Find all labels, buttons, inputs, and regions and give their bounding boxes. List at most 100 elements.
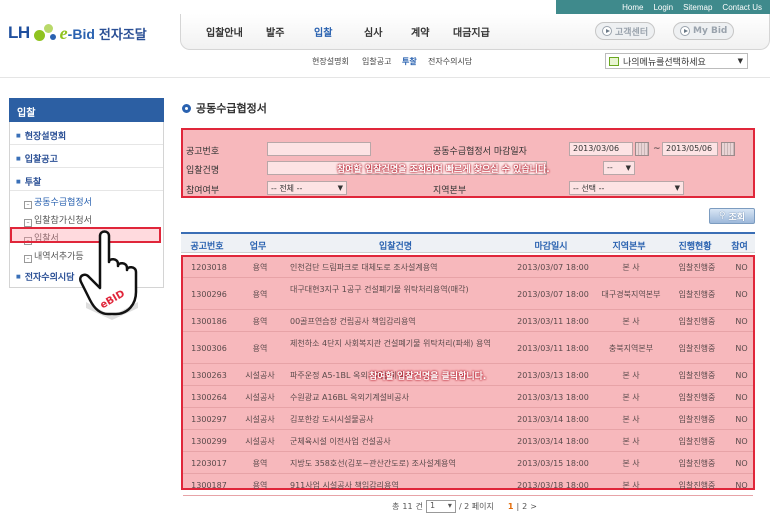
utility-bar: Home Login Sitemap Contact Us [556,0,770,14]
nav-bid-info[interactable]: 입찰안내 [206,24,243,39]
cell-notice-no: 1300264 [191,393,227,402]
cell-deadline: 2013/03/14 18:00 [517,437,589,446]
notice-no-input[interactable] [267,142,371,156]
page-select[interactable]: 1 [425,500,456,513]
cell-bid-name[interactable]: 지방도 358호선(김포~관산간도로) 조사설계용역 [285,459,510,469]
cell-notice-no: 1300296 [191,290,227,299]
my-menu-label: 나의메뉴를선택하세요 [623,57,706,68]
pager-current-page[interactable]: 1 [508,502,514,511]
cell-deadline: 2013/03/11 18:00 [517,317,589,326]
logo-dots-icon [32,21,58,45]
cell-bid-name[interactable]: 911사업 시설공사 책임감리용역 [285,481,510,491]
sidebar-sub-joint-agreement[interactable]: – 공동수급협정서 [10,191,163,209]
util-contact-link[interactable]: Contact Us [722,3,762,12]
cell-bid-name[interactable]: 군체육시설 이전사업 건설공사 [285,437,510,447]
subnav-bid-notice[interactable]: 입찰공고 [362,56,391,67]
nav-bid[interactable]: 입찰 [314,24,332,39]
subnav-tender[interactable]: 투찰 [402,56,417,67]
util-login-link[interactable]: Login [653,3,673,12]
my-bid-label: My Bid [693,26,728,36]
cell-region: 본 사 [622,317,640,326]
calendar-icon[interactable] [635,142,649,156]
cell-deadline: 2013/03/15 18:00 [517,459,589,468]
cell-participate: NO [735,262,748,272]
pager-page-2[interactable]: 2 [522,502,527,511]
cell-bid-name[interactable]: 대구대현3지구 1공구 건설폐기물 위탁처리용역(매각) [285,285,510,295]
table-row[interactable]: 1300299 시설공사 군체육시설 이전사업 건설공사 2013/03/14 18:… [183,432,753,452]
my-bid-button[interactable]: My Bid [673,22,735,40]
nav-review[interactable]: 심사 [364,24,382,39]
region-select[interactable]: -- 선택 -- ▼ [569,181,684,195]
table-row[interactable]: 1300187 용역 911사업 시설공사 책임감리용역 2013/03/18 18:… [183,476,753,496]
cell-region: 본 사 [622,459,640,468]
logo[interactable]: LH e-Bid 전자조달 [8,18,147,48]
table-row[interactable]: 1203017 용역 지방도 358호선(김포~관산간도로) 조사설계용역 2013/… [183,454,753,474]
col-notice-no: 공고번호 [190,242,224,252]
sidebar-item-tender[interactable]: 투찰 [10,168,163,191]
date-to-input[interactable]: 2013/05/06 [662,142,718,156]
cell-business: 용역 [252,459,268,468]
cell-deadline: 2013/03/14 18:00 [517,415,589,424]
menu-square-icon [609,56,619,66]
util-sitemap-link[interactable]: Sitemap [683,3,712,12]
cell-bid-name[interactable]: 00골프연습장 건립공사 책임감리용역 [285,317,510,327]
sidebar-item-site-briefing[interactable]: 현장설명회 [10,122,163,145]
subnav-private-negotiation[interactable]: 전자수의시담 [428,56,472,67]
customer-center-button[interactable]: 고객센터 [595,22,656,40]
cell-deadline: 2013/03/07 18:00 [517,262,589,272]
cell-status: 입찰진행중 [678,317,716,326]
table-row[interactable]: 1300296 용역 대구대현3지구 1공구 건설폐기물 위탁처리용역(매각) 201… [183,280,753,310]
cell-participate: NO [735,481,748,490]
table-row[interactable]: 1300297 시설공사 김포한강 도시시설물공사 2013/03/14 18:00 본… [183,410,753,430]
nav-order[interactable]: 발주 [266,24,284,39]
table-row[interactable]: 1300306 용역 제천하소 4단지 사회복지관 건설폐기물 위탁처리(파쇄) 용… [183,334,753,364]
bid-name-label: 입찰건명 [186,166,220,176]
cell-business: 용역 [252,317,268,326]
pager-next-icon[interactable]: > [530,502,537,511]
col-status: 진행현황 [678,242,712,252]
cell-status: 입찰진행중 [678,459,716,468]
sidebar-sub-participation-application[interactable]: – 입찰참가신청서 [10,209,163,227]
cell-business: 시설공사 [245,371,275,380]
date-from-input[interactable]: 2013/03/06 [569,142,633,156]
cell-notice-no: 1300297 [191,415,227,424]
cell-bid-name[interactable]: 수원광교 A16BL 옥외기계설비공사 [285,393,510,403]
cell-bid-name[interactable]: 김포한강 도시시설물공사 [285,415,510,425]
minus-box-icon: – [24,255,32,263]
cell-business: 시설공사 [245,437,275,446]
cell-business: 용역 [252,262,268,272]
search-tip: 참여할 입찰건명을 조회하여 빠르게 찾으실 수 있습니다. [337,165,550,175]
play-icon [680,26,690,36]
calendar-icon[interactable] [721,142,735,156]
table-row[interactable]: 1300186 용역 00골프연습장 건립공사 책임감리용역 2013/03/11 1… [183,312,753,332]
region-label: 지역본부 [433,186,467,196]
page-title-text: 공동수급협정서 [196,102,267,115]
participate-select[interactable]: -- 전체 -- ▼ [267,181,347,195]
pager-page-of: / 2 페이지 [458,502,494,511]
cell-deadline: 2013/03/11 18:00 [517,344,589,353]
table-tip: 참여할 입찰건명을 클릭합니다. [369,372,487,382]
my-menu-select[interactable]: 나의메뉴를선택하세요 ▼ [605,53,748,69]
main-nav: 입찰안내 발주 입찰 심사 계약 대금지급 고객센터 My Bid [180,14,770,50]
cell-notice-no: 1203018 [191,262,227,272]
cell-notice-no: 1300306 [191,344,227,353]
hidden-select[interactable]: -- ▼ [603,161,635,175]
util-home-link[interactable]: Home [622,3,643,12]
cell-participate: NO [735,344,748,353]
search-button[interactable]: ⚲ 조회 [709,208,755,224]
nav-contract[interactable]: 계약 [411,24,429,39]
cell-status: 입찰진행중 [678,344,716,353]
play-icon [602,26,612,36]
subnav-site-briefing[interactable]: 현장설명회 [312,56,349,67]
table-row[interactable]: 1203018 용역 인천검단 드림파크로 대체도로 조사설계용역 2013/03/0… [183,257,753,278]
cell-bid-name[interactable]: 인천검단 드림파크로 대체도로 조사설계용역 [285,263,510,273]
sidebar-item-bid-notice[interactable]: 입찰공고 [10,145,163,168]
table-row[interactable]: 1300264 시설공사 수원광교 A16BL 옥외기계설비공사 2013/03/13… [183,388,753,408]
cell-business: 시설공사 [245,393,275,402]
nav-payment[interactable]: 대금지급 [453,24,490,39]
logo-korean: 전자조달 [98,27,147,43]
hand-pointer-icon: eBID [79,230,138,320]
cell-participate: NO [735,393,748,402]
cell-bid-name[interactable]: 제천하소 4단지 사회복지관 건설폐기물 위탁처리(파쇄) 용역 [285,339,510,349]
search-icon: ⚲ [718,211,726,221]
